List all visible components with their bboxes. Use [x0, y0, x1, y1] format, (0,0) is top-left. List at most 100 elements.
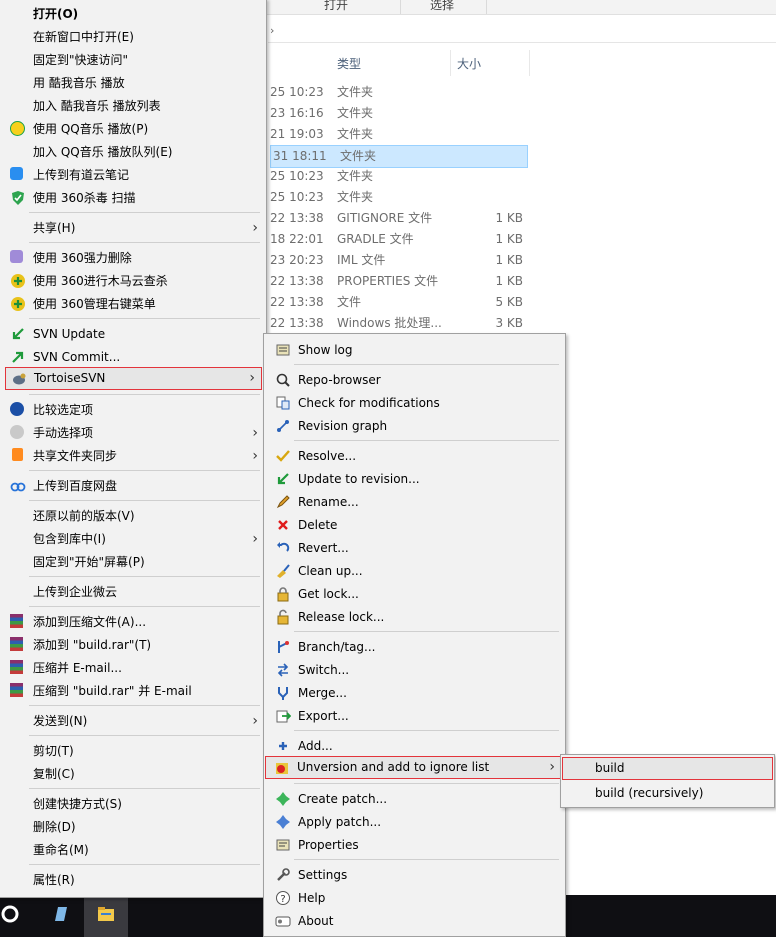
- menu-item-pin-start[interactable]: 固定到"开始"屏幕(P): [1, 551, 264, 573]
- svn-item-settings[interactable]: Settings: [266, 864, 563, 886]
- menu-item-create-shortcut[interactable]: 创建快捷方式(S): [1, 793, 264, 815]
- ignore-item-build-recursive[interactable]: build (recursively): [563, 782, 772, 804]
- svn-item-delete[interactable]: Delete: [266, 514, 563, 536]
- pencil-icon: [276, 495, 290, 509]
- file-row[interactable]: 25 10:23 文件夹: [268, 187, 528, 208]
- menu-item-open-new-window[interactable]: 在新窗口中打开(E): [1, 26, 264, 48]
- menu-item-add-archive[interactable]: 添加到压缩文件(A)...: [1, 611, 264, 633]
- address-bar[interactable]: ›: [268, 22, 776, 43]
- file-row[interactable]: 22 13:38 Windows 批处理... 3 KB: [268, 313, 528, 334]
- menu-item-restore-versions[interactable]: 还原以前的版本(V): [1, 505, 264, 527]
- column-divider[interactable]: [450, 50, 451, 76]
- menu-item-manual-select[interactable]: 手动选择项 ›: [1, 422, 264, 444]
- menu-item-share-folder-sync[interactable]: 共享文件夹同步 ›: [1, 445, 264, 467]
- 360-plus-icon: [11, 297, 25, 311]
- menu-item-weiyun[interactable]: 上传到企业微云: [1, 581, 264, 603]
- svn-item-unversion-ignore[interactable]: Unversion and add to ignore list ›: [265, 756, 562, 779]
- menu-item-360-force-delete[interactable]: 使用 360强力删除: [1, 247, 264, 269]
- svn-item-merge[interactable]: Merge...: [266, 682, 563, 704]
- menu-item-kuwo-play[interactable]: 用 酷我音乐 播放: [1, 72, 264, 94]
- menu-item-open[interactable]: 打开(O): [1, 3, 264, 25]
- menu-item-kuwo-playlist[interactable]: 加入 酷我音乐 播放列表: [1, 95, 264, 117]
- column-header-type[interactable]: 类型: [337, 52, 361, 76]
- menu-item-compress-build-email[interactable]: 压缩到 "build.rar" 并 E-mail: [1, 680, 264, 702]
- ignore-item-build[interactable]: build: [562, 757, 773, 780]
- svn-item-create-patch[interactable]: Create patch...: [266, 788, 563, 810]
- menu-item-qqmusic-play[interactable]: 使用 QQ音乐 播放(P): [1, 118, 264, 140]
- menu-item-copy[interactable]: 复制(C): [1, 763, 264, 785]
- menu-item-qqmusic-queue[interactable]: 加入 QQ音乐 播放队列(E): [1, 141, 264, 163]
- column-header-size[interactable]: 大小: [457, 52, 481, 76]
- file-row[interactable]: 21 19:03 文件夹: [268, 124, 528, 145]
- menu-item-add-build-rar[interactable]: 添加到 "build.rar"(T): [1, 634, 264, 656]
- menu-item-delete[interactable]: 删除(D): [1, 816, 264, 838]
- menu-item-label: Properties: [298, 838, 359, 852]
- svn-item-release-lock[interactable]: Release lock...: [266, 606, 563, 628]
- svn-item-properties[interactable]: Properties: [266, 834, 563, 856]
- menu-item-compare[interactable]: 比较选定项: [1, 399, 264, 421]
- menu-item-svn-commit[interactable]: SVN Commit...: [1, 346, 264, 368]
- svn-item-show-log[interactable]: Show log: [266, 339, 563, 361]
- menu-item-cut[interactable]: 剪切(T): [1, 740, 264, 762]
- menu-item-label: Release lock...: [298, 610, 385, 624]
- menu-item-rename[interactable]: 重命名(M): [1, 839, 264, 861]
- menu-item-360-manage-menu[interactable]: 使用 360管理右键菜单: [1, 293, 264, 315]
- svn-item-rename[interactable]: Rename...: [266, 491, 563, 513]
- ribbon-tab-open[interactable]: 打开: [324, 0, 348, 13]
- file-type: 文件夹: [340, 149, 377, 163]
- svn-item-resolve[interactable]: Resolve...: [266, 445, 563, 467]
- svn-item-revert[interactable]: Revert...: [266, 537, 563, 559]
- svn-item-get-lock[interactable]: Get lock...: [266, 583, 563, 605]
- svn-item-export[interactable]: Export...: [266, 705, 563, 727]
- svn-item-branch-tag[interactable]: Branch/tag...: [266, 636, 563, 658]
- file-row[interactable]: 18 22:01 GRADLE 文件 1 KB: [268, 229, 528, 250]
- repo-browser-icon: [276, 373, 290, 387]
- menu-item-include-library[interactable]: 包含到库中(I) ›: [1, 528, 264, 550]
- file-row[interactable]: 22 13:38 文件 5 KB: [268, 292, 528, 313]
- column-divider[interactable]: [529, 50, 530, 76]
- chevron-right-icon: ›: [252, 531, 258, 547]
- file-row[interactable]: 22 13:38 PROPERTIES 文件 1 KB: [268, 271, 528, 292]
- menu-item-pin-quick-access[interactable]: 固定到"快速访问": [1, 49, 264, 71]
- svn-item-help[interactable]: ? Help: [266, 887, 563, 909]
- svn-item-revision-graph[interactable]: Revision graph: [266, 415, 563, 437]
- file-row-selected[interactable]: 31 18:11 文件夹: [270, 145, 528, 168]
- file-row[interactable]: 25 10:23 文件夹: [268, 166, 528, 187]
- menu-item-360-trojan-scan[interactable]: 使用 360进行木马云查杀: [1, 270, 264, 292]
- file-type: 文件夹: [337, 106, 374, 120]
- svn-item-switch[interactable]: Switch...: [266, 659, 563, 681]
- file-row[interactable]: 25 10:23 文件夹: [268, 82, 528, 103]
- menu-item-tortoisesvn[interactable]: TortoiseSVN ›: [5, 367, 262, 390]
- file-row[interactable]: 23 20:23 IML 文件 1 KB: [268, 250, 528, 271]
- file-row[interactable]: 23 16:16 文件夹: [268, 103, 528, 124]
- menu-item-svn-update[interactable]: SVN Update: [1, 323, 264, 345]
- ignore-submenu: build build (recursively): [560, 754, 775, 808]
- svn-item-add[interactable]: Add...: [266, 735, 563, 757]
- svn-item-check-modifications[interactable]: Check for modifications: [266, 392, 563, 414]
- branch-icon: [278, 641, 289, 653]
- svn-item-update-revision[interactable]: Update to revision...: [266, 468, 563, 490]
- file-row[interactable]: 22 13:38 GITIGNORE 文件 1 KB: [268, 208, 528, 229]
- menu-item-send-to[interactable]: 发送到(N) ›: [1, 710, 264, 732]
- menu-item-share[interactable]: 共享(H) ›: [1, 217, 264, 239]
- menu-item-360-scan[interactable]: 使用 360杀毒 扫描: [1, 187, 264, 209]
- menu-item-label: build (recursively): [595, 786, 704, 800]
- taskbar-app-button[interactable]: [38, 895, 82, 937]
- file-size: 1 KB: [495, 211, 523, 225]
- ribbon-tab-select[interactable]: 选择: [430, 0, 454, 13]
- menu-item-label: 上传到企业微云: [33, 585, 118, 599]
- taskbar-explorer-button[interactable]: [84, 895, 128, 937]
- svn-item-clean-up[interactable]: Clean up...: [266, 560, 563, 582]
- menu-item-label: Export...: [298, 709, 349, 723]
- taskbar-search-button[interactable]: [0, 895, 32, 937]
- menu-item-properties[interactable]: 属性(R): [1, 869, 264, 891]
- svn-item-apply-patch[interactable]: Apply patch...: [266, 811, 563, 833]
- menu-item-label: 比较选定项: [33, 403, 94, 417]
- menu-item-youdao-note[interactable]: 上传到有道云笔记: [1, 164, 264, 186]
- menu-item-label: 加入 酷我音乐 播放列表: [33, 99, 161, 113]
- svn-item-repo-browser[interactable]: Repo-browser: [266, 369, 563, 391]
- menu-item-baidu-pan[interactable]: 上传到百度网盘: [1, 475, 264, 497]
- menu-item-compress-email[interactable]: 压缩并 E-mail...: [1, 657, 264, 679]
- svn-item-about[interactable]: About: [266, 910, 563, 932]
- ribbon-divider: [400, 0, 401, 14]
